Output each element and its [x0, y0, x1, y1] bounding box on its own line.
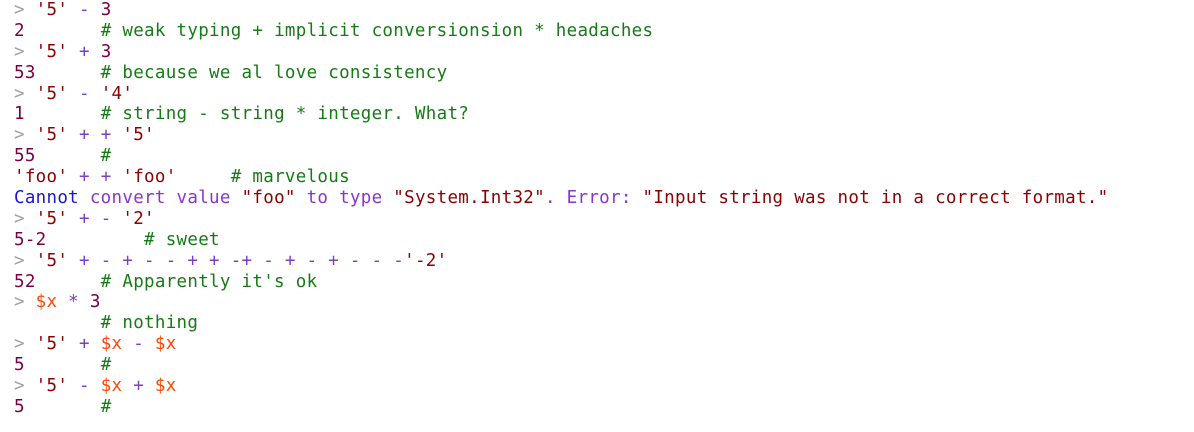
console-token: '5' [122, 125, 155, 146]
console-token: 2 [14, 20, 25, 41]
console-token: '2' [122, 208, 155, 229]
console-token: # string - string * integer. What? [24, 104, 470, 125]
console-token: 52 [14, 271, 36, 292]
prompt-marker: > [14, 292, 36, 313]
console-token: '5' [35, 0, 69, 20]
console-line: > '5' + - + - - + + -+ - + - + - - -'-2' [14, 251, 1194, 272]
console-token: '5' [35, 125, 69, 146]
console-token: + - [68, 208, 123, 229]
console-token: 1 [14, 104, 25, 125]
console-token: 'foo' [14, 167, 69, 188]
console-token: + + [68, 167, 123, 188]
console-token: '4' [100, 83, 134, 104]
console-token: + [122, 376, 155, 397]
console-token: - [122, 334, 155, 355]
console-line: 53 # because we al love consistency [14, 63, 1194, 84]
console-output[interactable]: > '5' - 32 # weak typing + implicit conv… [0, 0, 1194, 432]
console-token: '5' [35, 250, 69, 271]
console-token: Cannot [14, 188, 80, 209]
console-line: 1 # string - string * integer. What? [14, 104, 1194, 125]
console-line: 5-2 # sweet [14, 230, 1194, 251]
console-token: "System.Int32" [393, 188, 545, 209]
console-token: 3 [100, 41, 112, 62]
console-token: 3 [89, 292, 101, 313]
console-line: 55 # [14, 146, 1194, 167]
console-line: 2 # weak typing + implicit conversionsio… [14, 21, 1194, 42]
console-token: $x [35, 292, 58, 313]
console-token: - [68, 0, 101, 20]
prompt-marker: > [14, 0, 36, 20]
console-token: convert value [79, 188, 242, 209]
console-token: * [57, 292, 90, 313]
console-line: > '5' + $x - $x [14, 334, 1194, 355]
prompt-marker: > [14, 208, 36, 229]
console-token: 55 [14, 146, 36, 167]
console-token: . Error: [544, 188, 643, 209]
console-token: - [68, 376, 101, 397]
console-token: # [24, 355, 112, 376]
console-token: 'foo' [122, 167, 177, 188]
prompt-marker: > [14, 83, 36, 104]
console-token: '-2' [404, 250, 448, 271]
console-token: $x [100, 376, 123, 397]
console-token: '5' [35, 83, 69, 104]
prompt-marker: > [14, 334, 36, 355]
console-token: $x [100, 334, 123, 355]
console-token: + [68, 334, 101, 355]
console-token: "Input string was not in a correct forma… [642, 188, 1109, 209]
console-token: # sweet [46, 229, 220, 250]
console-line: > '5' - $x + $x [14, 376, 1194, 397]
console-token: # marvelous [176, 167, 350, 188]
console-token: 53 [14, 62, 36, 83]
console-token: "foo" [241, 188, 296, 209]
console-token: # weak typing + implicit conversionsion … [24, 20, 654, 41]
console-token: '5' [35, 41, 69, 62]
console-line: > '5' - 3 [14, 0, 1194, 21]
prompt-marker: > [14, 125, 36, 146]
console-line: > '5' + - '2' [14, 209, 1194, 230]
console-line: 5 # [14, 355, 1194, 376]
console-token: '5' [35, 208, 69, 229]
prompt-marker: > [14, 41, 36, 62]
console-token: + - + - - + + -+ - + - + - - - [68, 250, 405, 271]
console-token: 5 [14, 396, 25, 417]
console-line: > '5' + + '5' [14, 125, 1194, 146]
console-line: > '5' - '4' [14, 84, 1194, 105]
prompt-marker: > [14, 376, 36, 397]
console-token: # [24, 396, 112, 417]
console-token: 5-2 [14, 229, 47, 250]
console-line: Cannot convert value "foo" to type "Syst… [14, 188, 1194, 209]
console-token: 5 [14, 355, 25, 376]
console-token: - [68, 83, 101, 104]
console-line: 'foo' + + 'foo' # marvelous [14, 167, 1194, 188]
console-token: + [68, 41, 101, 62]
console-token: $x [154, 334, 177, 355]
console-token: # because we al love consistency [35, 62, 448, 83]
console-token: to type [295, 188, 394, 209]
console-token: # Apparently it's ok [35, 271, 318, 292]
console-token: # nothing [14, 313, 199, 334]
console-token: + + [68, 125, 123, 146]
console-token: 3 [100, 0, 112, 20]
console-line: 52 # Apparently it's ok [14, 272, 1194, 293]
console-line: 5 # [14, 397, 1194, 418]
console-token: '5' [35, 334, 69, 355]
console-line: # nothing [14, 313, 1194, 334]
console-line: > '5' + 3 [14, 42, 1194, 63]
console-token: $x [154, 376, 177, 397]
prompt-marker: > [14, 250, 36, 271]
console-token: # [35, 146, 112, 167]
console-token: '5' [35, 376, 69, 397]
console-line: > $x * 3 [14, 292, 1194, 313]
